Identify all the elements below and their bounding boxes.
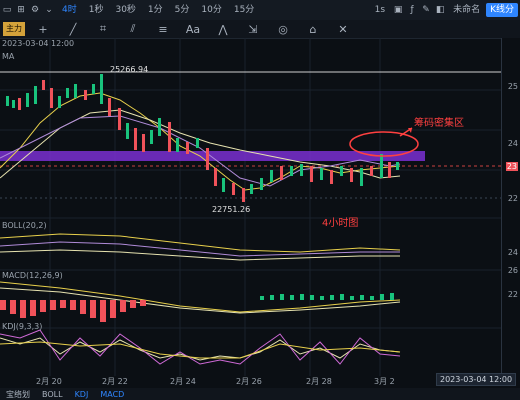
grid-icon[interactable]: ⊞ xyxy=(14,5,28,15)
kline-badge[interactable]: K线分 xyxy=(486,3,518,17)
high-price-label: 25266.94 xyxy=(110,65,149,74)
timeframe-30s[interactable]: 30秒 xyxy=(109,0,141,20)
lock-icon[interactable]: ⌂ xyxy=(298,23,328,36)
macd-panel xyxy=(0,281,401,322)
price-axis[interactable]: 25 24 23 22 24 26 22 xyxy=(501,38,520,378)
indicator-icon[interactable]: ƒ xyxy=(405,5,419,15)
indicator-bar: 宝络划 BOLL KDJ MACD xyxy=(0,388,520,400)
top-toolbar: ▭ ⊞ ⚙ ⌄ 4时 1秒 30秒 1分 5分 10分 15分 1s ▣ ƒ ✎… xyxy=(0,0,520,21)
candles xyxy=(6,74,399,202)
settings-icon[interactable]: ⚙ xyxy=(28,5,42,15)
fib-icon[interactable]: ≡ xyxy=(148,23,178,36)
channel-icon[interactable]: ⫽ xyxy=(118,22,148,36)
pattern-icon[interactable]: ⋀ xyxy=(208,23,238,36)
boll-label: BOLL(20,2) xyxy=(2,221,47,230)
x-tick: 3月 2 xyxy=(374,377,395,386)
chart-date: 2023-03-04 12:00 xyxy=(2,39,75,48)
price-chart[interactable] xyxy=(0,38,502,376)
crosshair-icon[interactable]: + xyxy=(28,23,58,36)
axis-label: 22 xyxy=(507,290,518,299)
current-price-tag: 23 xyxy=(505,162,518,171)
measure-icon[interactable]: ⇲ xyxy=(238,23,268,36)
axis-label: 24 xyxy=(507,248,518,257)
indicator-tab-macd[interactable]: MACD xyxy=(94,390,130,399)
text-icon[interactable]: Aa xyxy=(178,23,208,36)
macd-label: MACD(12,26,9) xyxy=(2,271,63,280)
kdj-panel xyxy=(0,329,401,365)
timeframe-annotation: 4小时图 xyxy=(322,218,359,229)
top-right-controls: 1s ▣ ƒ ✎ ◧ 未命名 K线分 xyxy=(369,0,520,20)
indicator-tab-main[interactable]: 宝络划 xyxy=(0,389,36,400)
layout-icon[interactable]: ▣ xyxy=(391,5,405,15)
camera-icon[interactable]: ◧ xyxy=(433,5,447,15)
chart-type-icon[interactable]: ▭ xyxy=(0,5,14,15)
axis-label: 22 xyxy=(507,194,518,203)
axis-label: 26 xyxy=(507,266,518,275)
crosshair-date: 2023-03-04 12:00 xyxy=(436,373,517,386)
indicator-tab-boll[interactable]: BOLL xyxy=(36,390,69,399)
low-price-label: 22751.26 xyxy=(212,205,251,214)
magnet-icon[interactable]: ◎ xyxy=(268,23,298,36)
drawing-toolbar: 主力 + ╱ ⌗ ⫽ ≡ Aa ⋀ ⇲ ◎ ⌂ ✕ xyxy=(0,20,520,39)
boll-panel xyxy=(0,233,401,261)
timeframe-4h[interactable]: 4时 xyxy=(56,0,83,20)
x-tick: 2月 26 xyxy=(236,377,262,386)
x-tick: 2月 22 xyxy=(102,377,128,386)
x-tick: 2月 20 xyxy=(36,377,62,386)
template-name[interactable]: 未命名 xyxy=(447,0,486,20)
expand-icon[interactable]: ⌄ xyxy=(42,5,56,15)
line-icon[interactable]: ╱ xyxy=(58,23,88,36)
axis-label: 24 xyxy=(507,139,518,148)
kdj-label: KDJ(9,3,3) xyxy=(2,322,43,331)
timeframe-15m[interactable]: 15分 xyxy=(228,0,260,20)
timeframe-custom[interactable]: 1s xyxy=(369,0,391,20)
trash-icon[interactable]: ✕ xyxy=(328,23,358,36)
timeframe-10m[interactable]: 10分 xyxy=(195,0,227,20)
x-tick: 2月 28 xyxy=(306,377,332,386)
indicator-tab-kdj[interactable]: KDJ xyxy=(69,390,95,399)
chip-zone-label: 筹码密集区 xyxy=(414,118,464,129)
timeframe-5m[interactable]: 5分 xyxy=(169,0,196,20)
timeframe-1s[interactable]: 1秒 xyxy=(83,0,110,20)
draw-icon[interactable]: ✎ xyxy=(419,5,433,15)
ruler-icon[interactable]: ⌗ xyxy=(88,22,118,36)
main-chart-badge[interactable]: 主力 xyxy=(3,22,25,36)
axis-label: 25 xyxy=(507,82,518,91)
ma-label: MA xyxy=(2,52,15,61)
x-tick: 2月 24 xyxy=(170,377,196,386)
timeframe-1m[interactable]: 1分 xyxy=(142,0,169,20)
